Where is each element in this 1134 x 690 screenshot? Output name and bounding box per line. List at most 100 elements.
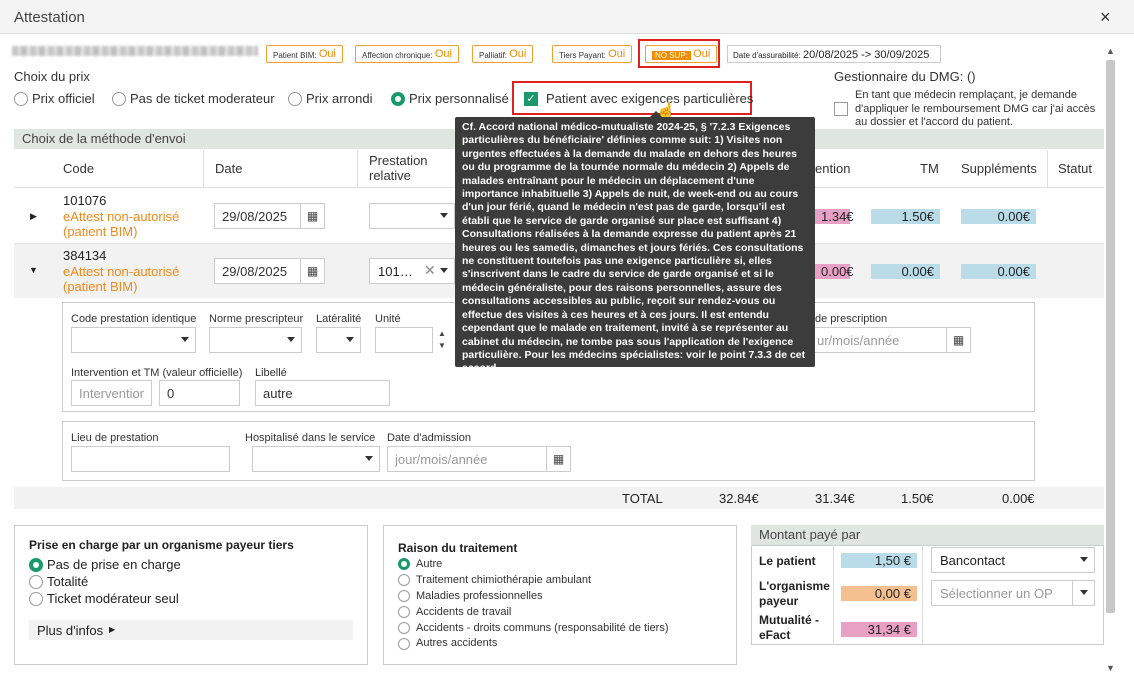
header-supplements: Suppléments bbox=[961, 161, 1037, 176]
scrollbar-thumb[interactable] bbox=[1106, 60, 1115, 613]
radio-autre[interactable] bbox=[398, 558, 410, 570]
org-label: L'organisme payeur bbox=[759, 579, 830, 608]
row2-code: 384134 bbox=[63, 248, 107, 263]
mut-label: Mutualité - eFact bbox=[759, 613, 819, 642]
total-label: TOTAL bbox=[622, 491, 663, 506]
radio-maladies[interactable] bbox=[398, 590, 410, 602]
stepper-icon[interactable]: ▲ ▼ bbox=[438, 328, 446, 352]
radio-prix-officiel[interactable] bbox=[14, 92, 28, 106]
col-divider bbox=[357, 150, 358, 188]
lateralite-select[interactable] bbox=[316, 327, 361, 353]
patient-amount: 1,50 € bbox=[841, 553, 917, 568]
row2-supp: 0.00€ bbox=[961, 264, 1036, 279]
row2-tm: 0.00€ bbox=[871, 264, 940, 279]
calendar-icon[interactable]: ▦ bbox=[547, 446, 571, 472]
radio-pas-prise[interactable] bbox=[29, 558, 43, 572]
row2-prestation-select[interactable]: 101… ✕ bbox=[369, 258, 455, 284]
label-accidents-travail: Accidents de travail bbox=[416, 606, 512, 618]
interv-tm-label: Intervention et TM (valeur officielle) bbox=[71, 367, 243, 379]
badge-chronic: Affection chronique: Oui bbox=[355, 45, 459, 63]
label-accidents-droits: Accidents - droits communs (responsabili… bbox=[416, 622, 669, 634]
more-info-label[interactable]: Plus d'infos bbox=[37, 623, 103, 638]
label-prix-personnalise: Prix personnalisé bbox=[409, 91, 509, 106]
radio-autres-accidents[interactable] bbox=[398, 638, 410, 650]
collapse-row-icon[interactable]: ▼ bbox=[29, 265, 38, 275]
intervention-input[interactable]: Interventior bbox=[71, 380, 152, 406]
payment-method-select[interactable]: Bancontact bbox=[931, 547, 1095, 573]
radio-ticket[interactable] bbox=[29, 592, 43, 606]
tm-input[interactable]: 0 bbox=[159, 380, 240, 406]
label-prix-arrondi: Prix arrondi bbox=[306, 91, 373, 106]
row2-date-input[interactable]: 29/08/2025 bbox=[214, 258, 301, 284]
org-amount: 0,00 € bbox=[841, 586, 917, 601]
row1-tm: 1.50€ bbox=[871, 209, 940, 224]
libelle-label: Libellé bbox=[255, 367, 287, 379]
special-patient-checkbox[interactable]: ✓ bbox=[524, 92, 538, 106]
lieu-label: Lieu de prestation bbox=[71, 432, 159, 444]
window-title: Attestation bbox=[14, 9, 85, 26]
label-pas-ticket: Pas de ticket moderateur bbox=[130, 91, 275, 106]
label-autres-accidents: Autres accidents bbox=[416, 637, 498, 649]
badge-palliatif: Palliatif: Oui bbox=[472, 45, 534, 63]
patient-name-blurred bbox=[12, 46, 258, 56]
title-bar bbox=[0, 0, 1134, 34]
col-divider bbox=[922, 545, 923, 645]
third-party-title: Prise en charge par un organisme payeur … bbox=[29, 538, 294, 552]
header-prestation: Prestation relative bbox=[369, 153, 428, 183]
admission-input[interactable]: jour/mois/année bbox=[387, 446, 547, 472]
lateralite-label: Latéralité bbox=[316, 313, 362, 325]
row1-intervention: 1.34€ bbox=[815, 209, 854, 224]
reason-title: Raison du traitement bbox=[398, 541, 518, 555]
prescription-date-input[interactable]: ur/mois/année bbox=[810, 327, 947, 353]
dmg-checkbox[interactable] bbox=[834, 102, 848, 116]
mut-amount: 31,34 € bbox=[841, 622, 917, 637]
hospitalise-label: Hospitalisé dans le service bbox=[245, 432, 376, 444]
total-c: 1.50€ bbox=[901, 491, 934, 506]
row1-status: eAttest non-autorisé (patient BIM) bbox=[63, 209, 180, 239]
header-tm: TM bbox=[920, 161, 939, 176]
expand-row-icon[interactable]: ▶ bbox=[30, 211, 37, 222]
row1-prestation-select[interactable] bbox=[369, 203, 455, 229]
radio-chimio[interactable] bbox=[398, 574, 410, 586]
clear-icon[interactable]: ✕ bbox=[424, 262, 436, 279]
label-chimio: Traitement chimiothérapie ambulant bbox=[416, 574, 592, 586]
op-select[interactable]: Sélectionner un OP bbox=[931, 580, 1095, 606]
header-code: Code bbox=[63, 161, 95, 176]
badge-tiers-payant: Tiers Payant: Oui bbox=[552, 45, 633, 63]
calendar-icon[interactable]: ▦ bbox=[301, 203, 325, 229]
price-choice-title: Choix du prix bbox=[14, 69, 90, 84]
radio-accidents-travail[interactable] bbox=[398, 606, 410, 618]
chevron-right-icon: ▶ bbox=[109, 625, 116, 634]
col-divider bbox=[833, 545, 834, 645]
col-divider bbox=[203, 150, 204, 188]
label-pas-prise: Pas de prise en charge bbox=[47, 557, 181, 572]
label-maladies: Maladies professionnelles bbox=[416, 590, 543, 602]
scroll-up-icon[interactable]: ▲ bbox=[1106, 46, 1115, 56]
libelle-input[interactable]: autre bbox=[255, 380, 390, 406]
header-statut: Statut bbox=[1058, 161, 1092, 176]
radio-prix-arrondi[interactable] bbox=[288, 92, 302, 106]
row2-intervention: 0.00€ bbox=[815, 264, 854, 279]
unite-input[interactable] bbox=[375, 327, 433, 353]
radio-prix-personnalise[interactable] bbox=[391, 92, 405, 106]
label-totalite: Totalité bbox=[47, 574, 89, 589]
radio-pas-ticket[interactable] bbox=[112, 92, 126, 106]
radio-accidents-droits[interactable] bbox=[398, 622, 410, 634]
payment-header: Montant payé par bbox=[751, 525, 1104, 545]
badge-bim: Patient BIM: Oui bbox=[266, 45, 343, 63]
lieu-input[interactable] bbox=[71, 446, 230, 472]
calendar-icon[interactable]: ▦ bbox=[301, 258, 325, 284]
scroll-down-icon[interactable]: ▼ bbox=[1106, 663, 1115, 673]
code-identique-select[interactable] bbox=[71, 327, 196, 353]
total-row bbox=[14, 487, 1104, 509]
close-icon[interactable]: × bbox=[1100, 7, 1111, 28]
hospitalise-select[interactable] bbox=[252, 446, 380, 472]
label-autre: Autre bbox=[416, 558, 443, 570]
norme-select[interactable] bbox=[209, 327, 302, 353]
admission-label: Date d'admission bbox=[387, 432, 472, 444]
row1-date-input[interactable]: 29/08/2025 bbox=[214, 203, 301, 229]
calendar-icon[interactable]: ▦ bbox=[947, 327, 971, 353]
radio-totalite[interactable] bbox=[29, 575, 43, 589]
label-prix-officiel: Prix officiel bbox=[32, 91, 95, 106]
dmg-title: Gestionnaire du DMG: () bbox=[834, 69, 976, 84]
